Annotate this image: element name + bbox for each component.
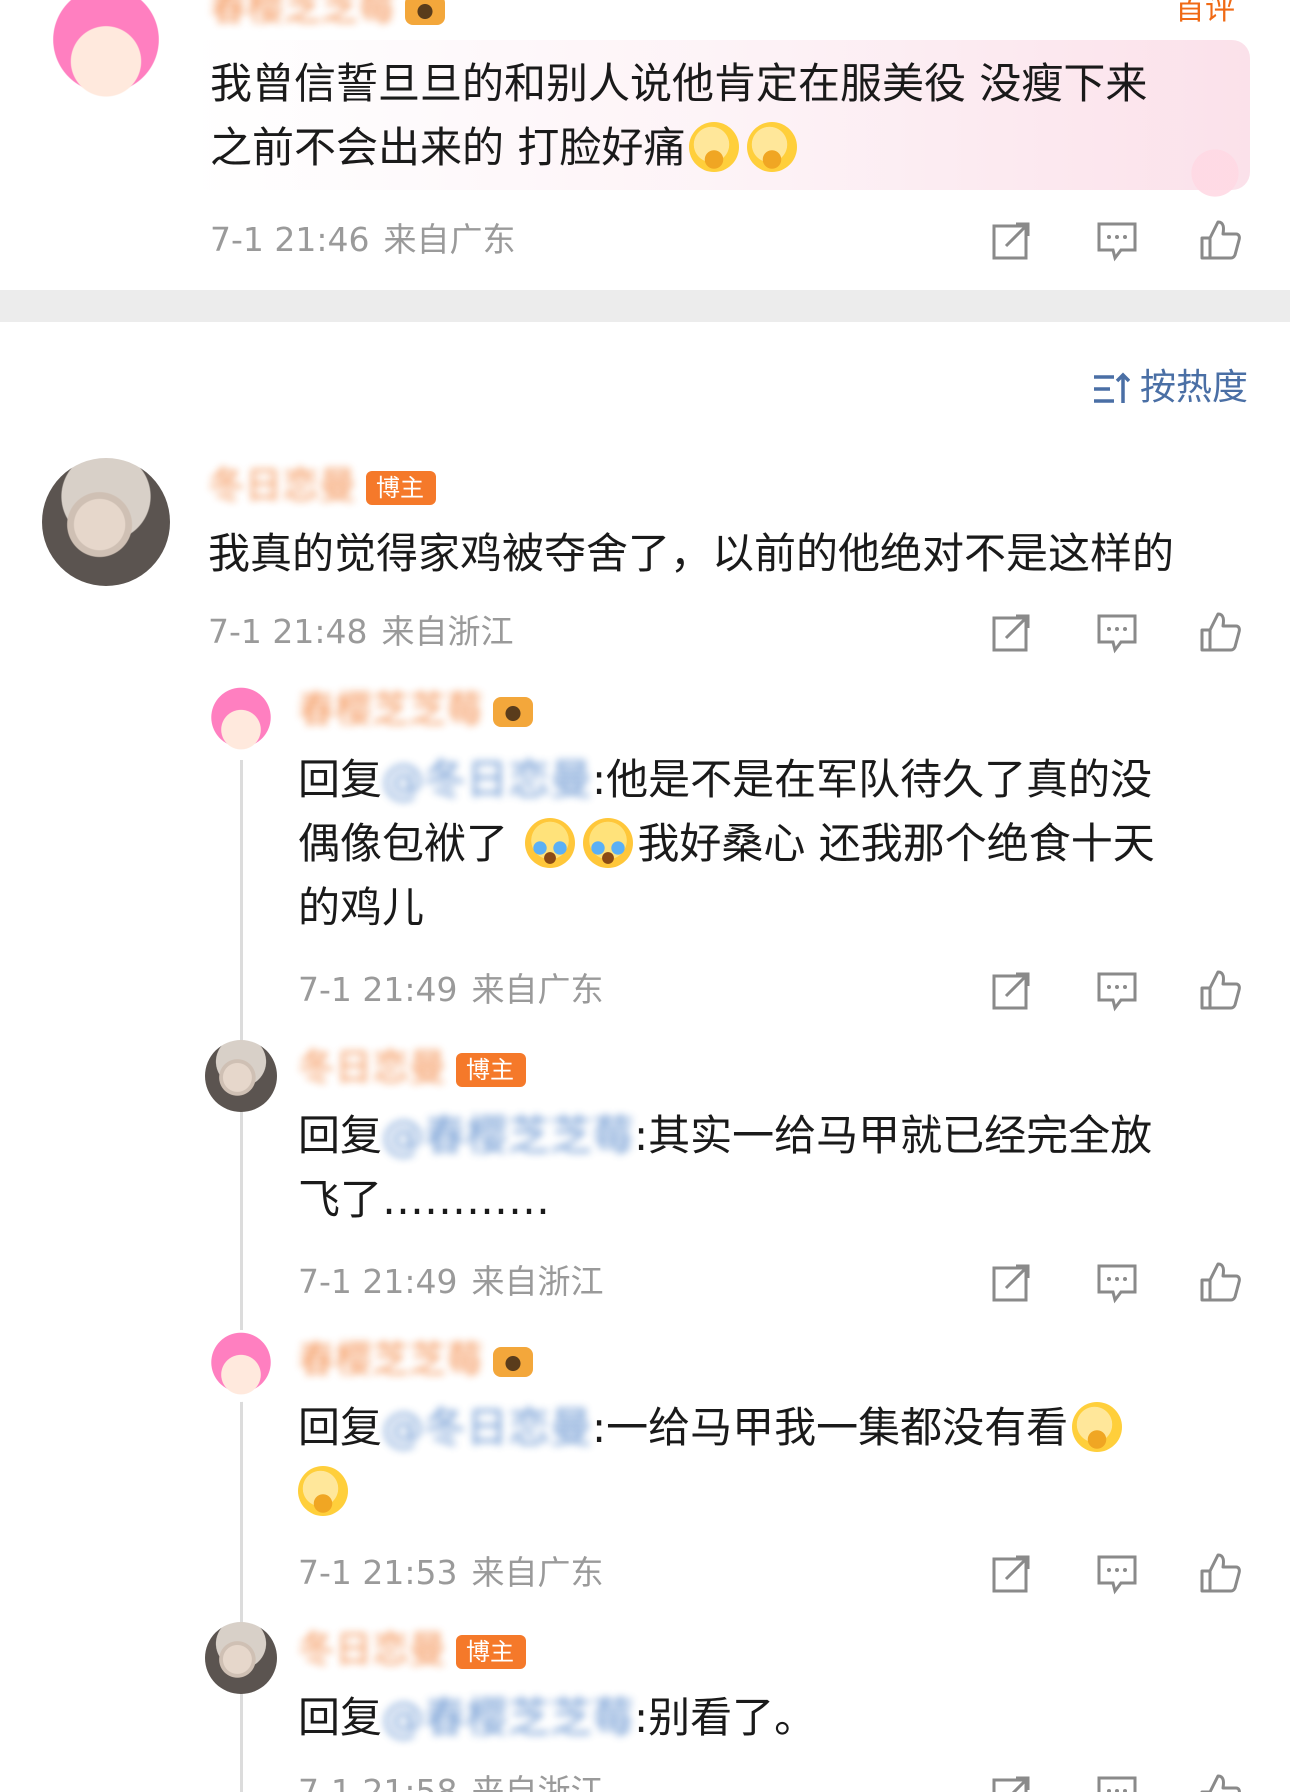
share-icon[interactable] xyxy=(990,1772,1034,1792)
emoji-icon xyxy=(689,122,740,172)
emoji-icon xyxy=(298,1466,348,1516)
first-comment-label: 首评 xyxy=(1175,0,1235,27)
mention-link[interactable]: @冬日恋曼 xyxy=(382,755,592,804)
share-icon[interactable] xyxy=(990,1260,1034,1304)
username[interactable]: 冬日恋曼 博主 xyxy=(298,1626,526,1674)
reply-text: 回复@春樱芝芝莓:其实一给马甲就已经完全放 飞了………… xyxy=(298,1111,1153,1224)
like-icon[interactable] xyxy=(1198,610,1242,654)
avatar[interactable] xyxy=(205,1622,277,1694)
avatar[interactable] xyxy=(205,1330,277,1402)
reply-meta: 7-1 21:58 来自浙江 xyxy=(298,1772,604,1792)
comment-icon[interactable] xyxy=(1095,1551,1139,1595)
like-icon[interactable] xyxy=(1198,1551,1242,1595)
like-icon[interactable] xyxy=(1198,1772,1242,1792)
avatar[interactable] xyxy=(205,1040,277,1112)
reply-meta: 7-1 21:49 来自浙江 xyxy=(298,1262,604,1301)
share-icon[interactable] xyxy=(990,218,1034,262)
comment-meta: 7-1 21:46 来自广东 xyxy=(210,220,516,259)
share-icon[interactable] xyxy=(990,1551,1034,1595)
crown-icon xyxy=(493,696,533,727)
comment-text: 我真的觉得家鸡被夺舍了，以前的他绝对不是这样的 xyxy=(208,529,1175,578)
blogger-badge: 博主 xyxy=(456,1052,526,1087)
comment-meta: 7-1 21:48 来自浙江 xyxy=(208,612,514,651)
username[interactable]: 冬日恋曼 博主 xyxy=(298,1044,526,1092)
share-icon[interactable] xyxy=(990,610,1034,654)
comment-text: 我曾信誓旦旦的和别人说他肯定在服美役 没瘦下来 之前不会出来的 打脸好痛 xyxy=(210,59,1148,172)
like-icon[interactable] xyxy=(1198,218,1242,262)
reply-meta: 7-1 21:53 来自广东 xyxy=(298,1553,604,1592)
reply-text: 回复@冬日恋曼:他是不是在军队待久了真的没 偶像包袱了 我好桑心 还我那个绝食十… xyxy=(298,755,1155,932)
cry-emoji-icon xyxy=(525,818,576,868)
emoji-icon xyxy=(1072,1402,1123,1452)
avatar[interactable] xyxy=(42,0,170,110)
crown-icon xyxy=(405,0,445,25)
mention-link[interactable]: @春樱芝芝莓 xyxy=(382,1693,634,1742)
like-icon[interactable] xyxy=(1198,1260,1242,1304)
comment-icon[interactable] xyxy=(1095,1772,1139,1792)
username[interactable]: 冬日恋曼 博主 xyxy=(208,462,436,510)
reply-text: 回复@春樱芝芝莓:别看了。 xyxy=(298,1693,817,1742)
avatar[interactable] xyxy=(42,458,170,586)
share-icon[interactable] xyxy=(990,968,1034,1012)
sort-icon xyxy=(1093,372,1130,403)
comment-icon[interactable] xyxy=(1095,610,1139,654)
comment-icon[interactable] xyxy=(1095,218,1139,262)
like-icon[interactable] xyxy=(1198,968,1242,1012)
username[interactable]: 春樱芝芝莓 xyxy=(210,0,445,32)
reply-text: 回复@冬日恋曼:一给马甲我一集都没有看 xyxy=(298,1396,1258,1524)
mention-link[interactable]: @春樱芝芝莓 xyxy=(382,1111,634,1160)
sort-button[interactable]: 按热度 xyxy=(1092,363,1248,413)
comment-icon[interactable] xyxy=(1095,968,1139,1012)
crown-icon xyxy=(493,1346,533,1377)
section-divider xyxy=(0,290,1290,322)
username[interactable]: 春樱芝芝莓 xyxy=(298,686,533,734)
mention-link[interactable]: @冬日恋曼 xyxy=(382,1403,592,1452)
reply-meta: 7-1 21:49 来自广东 xyxy=(298,970,604,1009)
username[interactable]: 春樱芝芝莓 xyxy=(298,1336,533,1384)
cry-emoji-icon xyxy=(583,818,634,868)
comment-icon[interactable] xyxy=(1095,1260,1139,1304)
avatar[interactable] xyxy=(205,685,277,757)
emoji-icon xyxy=(747,122,798,172)
blogger-badge: 博主 xyxy=(366,470,436,505)
blogger-badge: 博主 xyxy=(456,1634,526,1669)
